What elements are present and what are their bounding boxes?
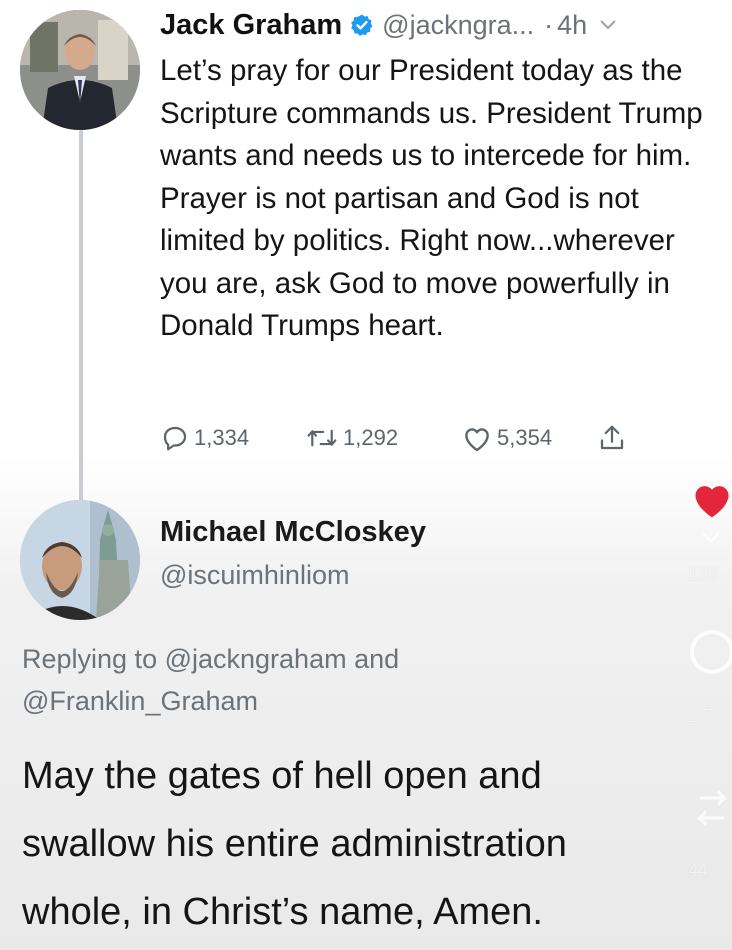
heart-icon[interactable] bbox=[690, 478, 732, 525]
share-icon bbox=[600, 425, 624, 450]
avatar[interactable] bbox=[20, 10, 140, 130]
tweet-text: Let’s pray for our President today as th… bbox=[160, 54, 703, 342]
like-button[interactable]: 5,354 bbox=[461, 423, 597, 453]
author-handle[interactable]: @jackngra... bbox=[382, 10, 534, 41]
avatar-michael-mccloskey-image bbox=[20, 500, 140, 620]
overlay-share-count: 44 bbox=[688, 860, 709, 880]
reply-author-handle[interactable]: @iscuimhinliom bbox=[160, 560, 349, 591]
replying-to-prefix: Replying to bbox=[22, 644, 165, 674]
thread-connector-line bbox=[79, 130, 83, 502]
chevron-down-icon bbox=[700, 530, 722, 549]
share-icon[interactable] bbox=[690, 778, 732, 843]
share-button[interactable] bbox=[597, 423, 631, 453]
tweet-timestamp[interactable]: 4h bbox=[557, 10, 587, 41]
avatar[interactable] bbox=[20, 500, 140, 620]
reply-icon bbox=[163, 426, 187, 451]
verified-badge-icon bbox=[350, 13, 374, 37]
overlay-like-count: 136 bbox=[688, 564, 719, 584]
replying-to-mention-2[interactable]: @Franklin_Graham bbox=[22, 686, 258, 716]
reply-count: 1,334 bbox=[194, 425, 250, 450]
retweet-count: 1,292 bbox=[343, 425, 399, 450]
reply-button[interactable]: 1,334 bbox=[160, 423, 305, 453]
tweet-action-bar: 1,334 1,292 5,354 bbox=[160, 418, 631, 458]
overlay-comment-count: 2,7 bbox=[688, 706, 714, 726]
separator-dot: · bbox=[544, 9, 554, 40]
like-icon bbox=[465, 428, 489, 452]
avatar-jack-graham-image bbox=[20, 10, 140, 130]
comment-icon[interactable] bbox=[686, 622, 732, 687]
reply-author-name[interactable]: Michael McCloskey bbox=[160, 516, 426, 549]
tweet-header: Jack Graham @jackngra... · 4h bbox=[160, 2, 720, 48]
author-name[interactable]: Jack Graham bbox=[160, 9, 342, 42]
reply-tweet-text: May the gates of hell open and swallow h… bbox=[22, 755, 567, 933]
retweet-button[interactable]: 1,292 bbox=[305, 423, 461, 453]
retweet-icon bbox=[307, 429, 337, 447]
like-count: 5,354 bbox=[497, 425, 553, 450]
replying-to-and: and bbox=[346, 644, 400, 674]
chevron-down-icon[interactable] bbox=[599, 19, 617, 31]
replying-to-line: Replying to @jackngraham and @Franklin_G… bbox=[22, 638, 582, 722]
replying-to-mention-1[interactable]: @jackngraham bbox=[165, 644, 347, 674]
